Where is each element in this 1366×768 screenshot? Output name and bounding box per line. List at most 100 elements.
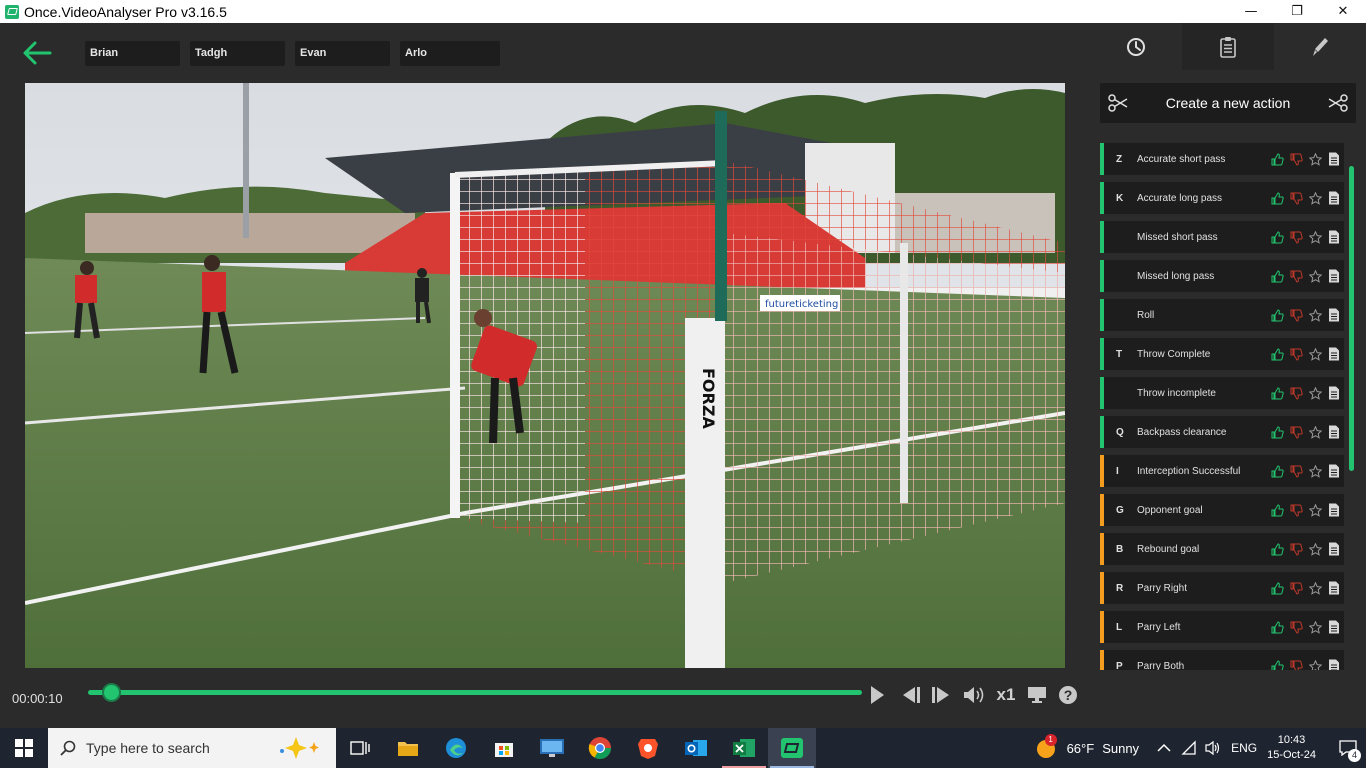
thumb-down-icon[interactable] — [1290, 270, 1303, 283]
tab-draw[interactable] — [1274, 23, 1366, 70]
thumb-up-icon[interactable] — [1271, 230, 1284, 244]
action-item[interactable]: Missed long pass — [1100, 260, 1344, 292]
document-icon[interactable] — [1328, 308, 1340, 322]
thumb-up-icon[interactable] — [1271, 464, 1284, 478]
start-button[interactable] — [0, 728, 48, 768]
thumb-up-icon[interactable] — [1271, 542, 1284, 556]
star-icon[interactable] — [1309, 581, 1322, 595]
taskbar-search[interactable]: Type here to search — [48, 728, 336, 768]
thumb-down-icon[interactable] — [1290, 621, 1303, 634]
thumb-up-icon[interactable] — [1271, 269, 1284, 283]
star-icon[interactable] — [1309, 152, 1322, 166]
seek-bar[interactable] — [88, 690, 862, 695]
minimize-button[interactable]: — — [1228, 0, 1274, 23]
next-frame-button[interactable] — [930, 684, 954, 706]
thumb-up-icon[interactable] — [1271, 308, 1284, 322]
thumb-down-icon[interactable] — [1290, 387, 1303, 400]
action-item[interactable]: B Rebound goal — [1100, 533, 1344, 565]
document-icon[interactable] — [1328, 659, 1340, 670]
volume-button[interactable] — [962, 684, 986, 706]
action-item[interactable]: Z Accurate short pass — [1100, 143, 1344, 175]
thumb-down-icon[interactable] — [1290, 582, 1303, 595]
chevron-up-icon[interactable] — [1157, 743, 1171, 753]
seek-thumb[interactable] — [102, 683, 121, 702]
action-item[interactable]: G Opponent goal — [1100, 494, 1344, 526]
screen-button[interactable] — [1026, 684, 1048, 706]
tab-timer[interactable] — [1090, 23, 1182, 70]
weather-widget[interactable]: 1 66°F Sunny — [1035, 734, 1139, 760]
thumb-down-icon[interactable] — [1290, 660, 1303, 671]
action-item[interactable]: T Throw Complete — [1100, 338, 1344, 370]
thumb-up-icon[interactable] — [1271, 503, 1284, 517]
action-item[interactable]: R Parry Right — [1100, 572, 1344, 604]
star-icon[interactable] — [1309, 347, 1322, 361]
star-icon[interactable] — [1309, 503, 1322, 517]
notifications-button[interactable]: 4 — [1330, 728, 1366, 768]
document-icon[interactable] — [1328, 581, 1340, 595]
document-icon[interactable] — [1328, 503, 1340, 517]
document-icon[interactable] — [1328, 347, 1340, 361]
document-icon[interactable] — [1328, 269, 1340, 283]
action-item[interactable]: Missed short pass — [1100, 221, 1344, 253]
video-frame[interactable]: FORZA futureticketing — [25, 83, 1065, 668]
document-icon[interactable] — [1328, 386, 1340, 400]
thumb-down-icon[interactable] — [1290, 543, 1303, 556]
star-icon[interactable] — [1309, 308, 1322, 322]
document-icon[interactable] — [1328, 191, 1340, 205]
thumb-down-icon[interactable] — [1290, 309, 1303, 322]
taskbar-chrome[interactable] — [576, 728, 624, 768]
action-item[interactable]: L Parry Left — [1100, 611, 1344, 643]
taskbar-edge[interactable] — [432, 728, 480, 768]
thumb-down-icon[interactable] — [1290, 465, 1303, 478]
taskbar-remote-desktop[interactable] — [528, 728, 576, 768]
thumb-up-icon[interactable] — [1271, 620, 1284, 634]
thumb-down-icon[interactable] — [1290, 153, 1303, 166]
actions-scrollbar[interactable] — [1349, 166, 1354, 471]
thumb-up-icon[interactable] — [1271, 386, 1284, 400]
star-icon[interactable] — [1309, 269, 1322, 283]
thumb-up-icon[interactable] — [1271, 347, 1284, 361]
star-icon[interactable] — [1309, 425, 1322, 439]
player-tab-evan[interactable]: Evan — [295, 41, 390, 66]
help-button[interactable]: ? — [1058, 684, 1078, 706]
document-icon[interactable] — [1328, 542, 1340, 556]
task-view-button[interactable] — [336, 728, 384, 768]
action-item[interactable]: Roll — [1100, 299, 1344, 331]
taskbar-once-videoanalyser[interactable] — [768, 728, 816, 768]
star-icon[interactable] — [1309, 659, 1322, 671]
thumb-up-icon[interactable] — [1271, 152, 1284, 166]
thumb-down-icon[interactable] — [1290, 231, 1303, 244]
taskbar-brave[interactable] — [624, 728, 672, 768]
star-icon[interactable] — [1309, 230, 1322, 244]
thumb-down-icon[interactable] — [1290, 504, 1303, 517]
back-arrow-icon[interactable] — [20, 37, 56, 69]
taskbar-outlook[interactable] — [672, 728, 720, 768]
document-icon[interactable] — [1328, 230, 1340, 244]
action-item[interactable]: Throw incomplete — [1100, 377, 1344, 409]
document-icon[interactable] — [1328, 152, 1340, 166]
taskbar-file-explorer[interactable] — [384, 728, 432, 768]
thumb-up-icon[interactable] — [1271, 659, 1284, 671]
player-tab-tadgh[interactable]: Tadgh — [190, 41, 285, 66]
speaker-icon[interactable] — [1205, 740, 1221, 756]
taskbar-store[interactable] — [480, 728, 528, 768]
action-item[interactable]: I Interception Successful — [1100, 455, 1344, 487]
thumb-down-icon[interactable] — [1290, 426, 1303, 439]
maximize-button[interactable]: ❐ — [1274, 0, 1320, 23]
create-action-button[interactable]: Create a new action — [1100, 83, 1356, 123]
action-item[interactable]: K Accurate long pass — [1100, 182, 1344, 214]
document-icon[interactable] — [1328, 620, 1340, 634]
taskbar-excel[interactable] — [720, 728, 768, 768]
player-tab-arlo[interactable]: Arlo — [400, 41, 500, 66]
action-item[interactable]: P Parry Both — [1100, 650, 1344, 670]
thumb-down-icon[interactable] — [1290, 348, 1303, 361]
clock[interactable]: 10:43 15-Oct-24 — [1267, 733, 1316, 763]
close-button[interactable]: ✕ — [1320, 0, 1366, 23]
star-icon[interactable] — [1309, 542, 1322, 556]
star-icon[interactable] — [1309, 386, 1322, 400]
tab-clipboard[interactable] — [1182, 23, 1274, 70]
thumb-up-icon[interactable] — [1271, 425, 1284, 439]
speed-button[interactable]: x1 — [993, 684, 1019, 706]
player-tab-brian[interactable]: Brian — [85, 41, 180, 66]
thumb-down-icon[interactable] — [1290, 192, 1303, 205]
